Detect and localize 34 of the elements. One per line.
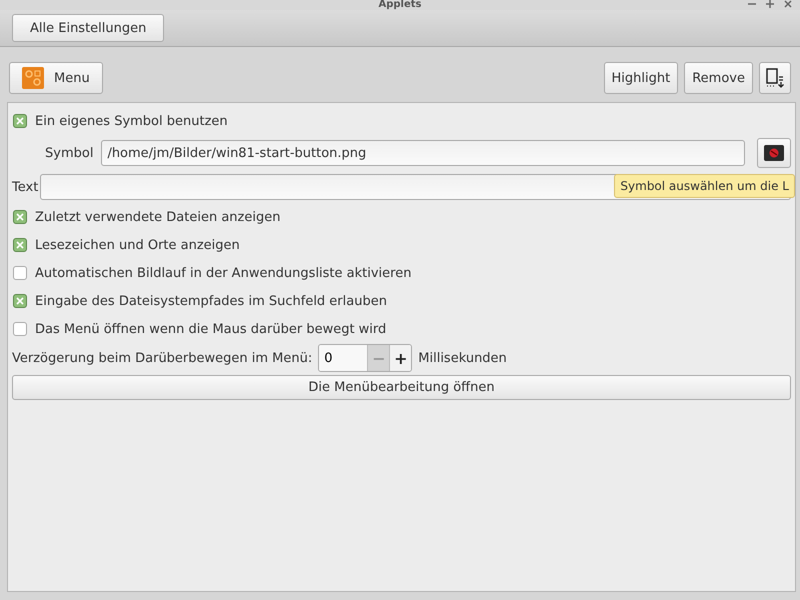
checkbox-label: Ein eigenes Symbol benutzen	[35, 114, 228, 128]
field-label: Text	[12, 180, 38, 194]
field-label: Symbol	[45, 146, 94, 160]
all-settings-button[interactable]: Alle Einstellungen	[12, 14, 164, 42]
checkbox-label: Das Menü öffnen wenn die Maus darüber bewegt wird	[35, 322, 386, 336]
image-preview-icon	[764, 145, 784, 161]
checkbox-label: Automatischen Bildlauf in der Anwendungsliste aktivieren	[35, 266, 412, 280]
check-icon	[16, 297, 24, 305]
maximize-icon[interactable]	[766, 0, 774, 8]
checkbox[interactable]	[13, 114, 27, 128]
file-path-field[interactable]: /home/jm/Bilder/win81-start-button.png	[101, 140, 745, 166]
unit-label: Millisekunden	[418, 350, 507, 366]
checkbox-label: Zuletzt verwendete Dateien anzeigen	[35, 210, 280, 224]
icon-picker-button[interactable]	[757, 138, 791, 168]
spin-label: Verzögerung beim Darüberbewegen im Menü:	[12, 350, 312, 366]
applet-button[interactable]: Menu	[9, 62, 103, 94]
open-menu-editor-button[interactable]: Die Menübearbeitung öffnen	[12, 374, 791, 400]
close-icon[interactable]	[784, 0, 792, 8]
export-button[interactable]	[759, 62, 791, 94]
checkbox[interactable]	[13, 294, 27, 308]
checkbox[interactable]	[13, 238, 27, 252]
applet-logo-icon	[22, 67, 44, 89]
checkbox[interactable]	[13, 322, 27, 336]
check-icon	[16, 241, 24, 249]
checkbox-label: Lesezeichen und Orte anzeigen	[35, 238, 240, 252]
toolbar-button[interactable]: Remove	[684, 62, 753, 94]
check-icon	[16, 117, 24, 125]
checkbox[interactable]	[13, 266, 27, 280]
check-icon	[16, 213, 24, 221]
toolbar-button[interactable]: Highlight	[604, 62, 678, 94]
checkbox[interactable]	[13, 210, 27, 224]
export-icon	[765, 68, 785, 88]
tooltip: Symbol auswählen um die L	[614, 174, 795, 198]
checkbox-label: Eingabe des Dateisystempfades im Suchfeld erlauben	[35, 294, 387, 308]
